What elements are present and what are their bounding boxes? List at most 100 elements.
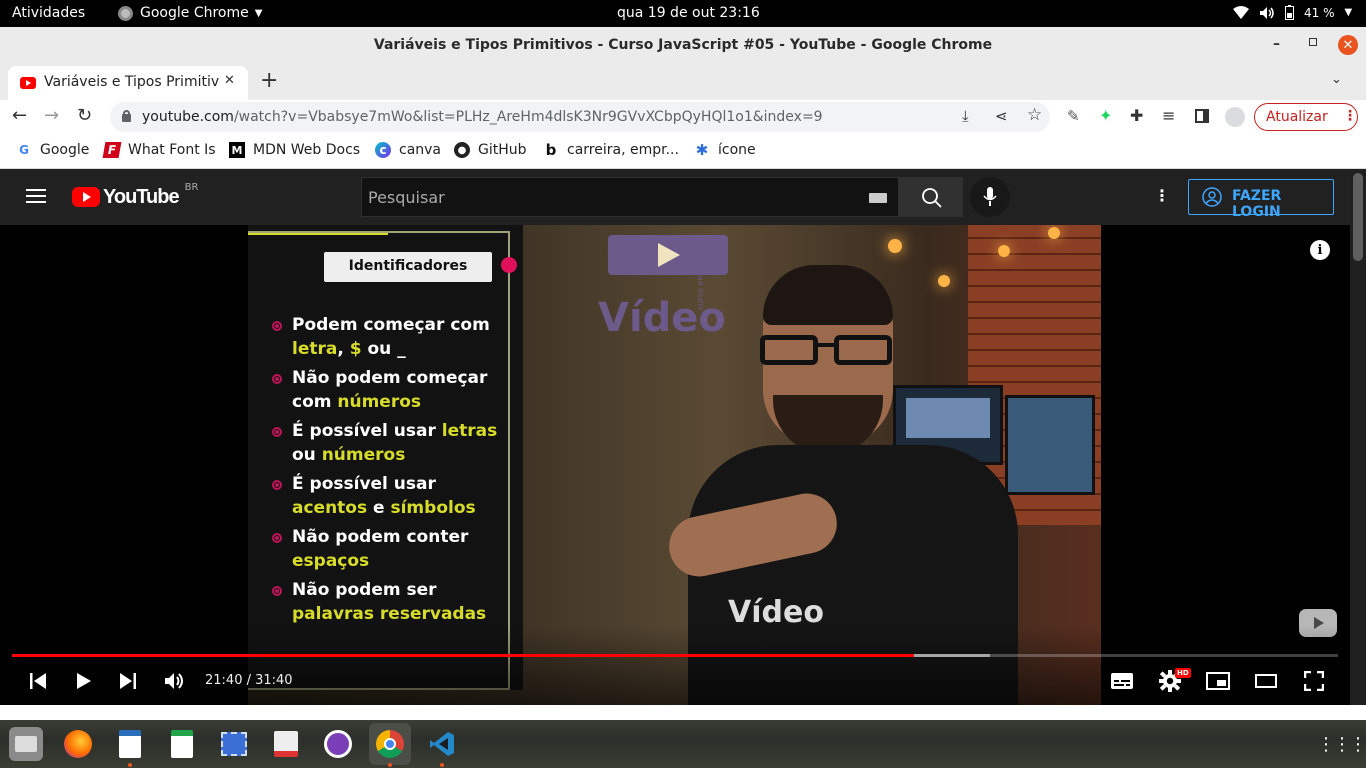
install-icon[interactable]: ⤓ <box>962 107 969 125</box>
next-button[interactable] <box>116 670 140 692</box>
search-button[interactable] <box>899 177 963 217</box>
page-scrollbar[interactable] <box>1350 169 1366 705</box>
bookmark-carreira[interactable]: b carreira, empr... <box>543 141 679 159</box>
volume-icon <box>1260 6 1274 19</box>
microphone-icon <box>983 187 997 206</box>
bookmark-label: GitHub <box>478 142 527 158</box>
bookmark-github[interactable]: ● GitHub <box>454 142 527 158</box>
slide-item-1: Podem começar com letra, $ ou _ <box>292 313 490 361</box>
slide-item-highlight: números <box>321 445 406 465</box>
bookmark-label: Google <box>40 142 90 158</box>
bookmark-canva[interactable]: c canva <box>375 142 441 158</box>
url-domain: youtube.com <box>142 109 234 125</box>
fullscreen-button[interactable] <box>1302 669 1326 693</box>
media-queue-icon[interactable]: ≡ <box>1162 106 1175 125</box>
keyboard-icon[interactable] <box>869 193 887 203</box>
time-display: 21:40 / 31:40 <box>205 673 293 688</box>
back-button[interactable]: ← <box>12 105 27 126</box>
search-input[interactable]: Pesquisar <box>368 188 445 207</box>
bookmark-what-font-is[interactable]: F What Font Is <box>102 142 216 158</box>
update-button[interactable]: Atualizar ⋮ <box>1254 103 1358 131</box>
slide-item-line: É possível usar <box>292 474 436 494</box>
fullscreen-icon <box>1304 671 1324 691</box>
side-panel-icon[interactable] <box>1195 109 1209 123</box>
page-below-player <box>0 705 1366 720</box>
app-name: Google Chrome <box>140 5 249 21</box>
slide-item-highlight: símbolos <box>390 498 476 518</box>
share-icon[interactable]: ⋖ <box>995 107 1008 125</box>
slide-item-text: É possível usar <box>292 421 442 441</box>
github-desktop-app-icon[interactable] <box>321 727 355 761</box>
bookmark-label: MDN Web Docs <box>253 142 361 158</box>
slide-item-highlight: letras <box>441 421 498 441</box>
extensions-puzzle-icon[interactable]: ✚ <box>1130 106 1143 125</box>
youtube-header: YouTube BR Pesquisar ⋮ FAZER LOGIN <box>0 169 1350 225</box>
reload-button[interactable]: ↻ <box>77 105 92 126</box>
subtitles-button[interactable] <box>1110 670 1134 692</box>
files-app-icon[interactable] <box>9 727 43 761</box>
tab-close-icon[interactable]: ✕ <box>224 73 235 88</box>
scrollbar-thumb[interactable] <box>1353 173 1363 261</box>
settings-kebab-icon[interactable]: ⋮ <box>1154 186 1170 205</box>
slide-item-highlight: $ <box>349 339 362 359</box>
bullet-icon <box>272 480 282 490</box>
clock[interactable]: qua 19 de out 23:16 <box>617 5 760 21</box>
slide-item-text: , <box>337 339 350 359</box>
progress-bar[interactable] <box>12 654 1338 657</box>
play-button[interactable] <box>72 670 96 692</box>
slide-item-line: Não podem começar <box>292 368 488 388</box>
calc-app-icon[interactable] <box>165 727 199 761</box>
document-viewer-app-icon[interactable] <box>269 727 303 761</box>
minimize-button[interactable]: – <box>1273 36 1280 52</box>
app-menu[interactable]: Google Chrome ▼ <box>118 5 262 21</box>
miniplayer-icon <box>1206 672 1230 690</box>
slide-item-text: e <box>367 498 391 518</box>
bookmark-mdn[interactable]: M MDN Web Docs <box>229 142 360 158</box>
system-status[interactable]: 41 % ▼ <box>1233 5 1352 20</box>
bookmark-google[interactable]: G Google <box>16 142 89 158</box>
slide-item-3: É possível usar letras ou números <box>292 419 497 467</box>
vscode-app-icon[interactable] <box>425 727 459 761</box>
chrome-app-icon[interactable] <box>369 723 411 765</box>
new-tab-button[interactable]: + <box>260 68 278 93</box>
activities-button[interactable]: Atividades <box>12 5 85 21</box>
writer-app-icon[interactable] <box>113 727 147 761</box>
battery-percent: 41 % <box>1304 5 1335 20</box>
login-button[interactable]: FAZER LOGIN <box>1188 179 1334 220</box>
video-player[interactable]: curso em Vídeo Vídeo Identificadores Pod… <box>0 225 1350 705</box>
voice-search-button[interactable] <box>970 177 1010 217</box>
system-top-bar: Atividades Google Chrome ▼ qua 19 de out… <box>0 0 1366 27</box>
youtube-favicon-icon <box>20 77 36 89</box>
hamburger-menu-icon[interactable] <box>26 189 46 203</box>
slide-item-5: Não podem conter espaços <box>292 525 468 573</box>
theater-mode-button[interactable] <box>1254 670 1278 692</box>
search-box[interactable]: Pesquisar <box>361 177 899 217</box>
screenshot-app-icon[interactable] <box>217 727 251 761</box>
slide-item-highlight: letra <box>292 339 338 359</box>
slide-item-highlight: espaços <box>292 551 370 571</box>
bookmark-star-icon[interactable]: ☆ <box>1027 105 1042 125</box>
profile-avatar[interactable] <box>1225 107 1245 127</box>
extension-green-icon[interactable]: ✦ <box>1099 106 1112 125</box>
info-button[interactable]: i <box>1310 240 1330 260</box>
b-icon: b <box>545 141 557 159</box>
eyedropper-extension-icon[interactable]: ✎ <box>1067 107 1080 125</box>
youtube-logo[interactable]: YouTube BR <box>72 182 198 209</box>
forward-button[interactable]: → <box>44 105 59 126</box>
bookmark-icone[interactable]: ✱ ícone <box>694 141 756 159</box>
address-bar[interactable]: youtube.com/watch?v=Vbabsye7mWo&list=PLH… <box>110 102 1050 132</box>
subtitles-icon <box>1111 673 1133 689</box>
tab-active[interactable]: Variáveis e Tipos Primitivos - Curso Jav… <box>8 66 248 100</box>
mdn-icon: M <box>229 142 245 158</box>
close-window-button[interactable]: ✕ <box>1338 35 1358 55</box>
slide-item-text: ou <box>292 445 322 465</box>
maximize-button[interactable] <box>1309 38 1317 46</box>
slide-item-highlight: números <box>337 392 422 412</box>
show-applications-grid-icon[interactable]: ⋮⋮⋮ <box>1317 727 1366 761</box>
volume-button[interactable] <box>162 669 188 693</box>
firefox-app-icon[interactable] <box>61 727 95 761</box>
previous-button[interactable] <box>26 670 50 692</box>
miniplayer-button[interactable] <box>1206 670 1230 692</box>
tab-search-icon[interactable]: ⌄ <box>1331 72 1342 87</box>
bullet-icon <box>272 586 282 596</box>
